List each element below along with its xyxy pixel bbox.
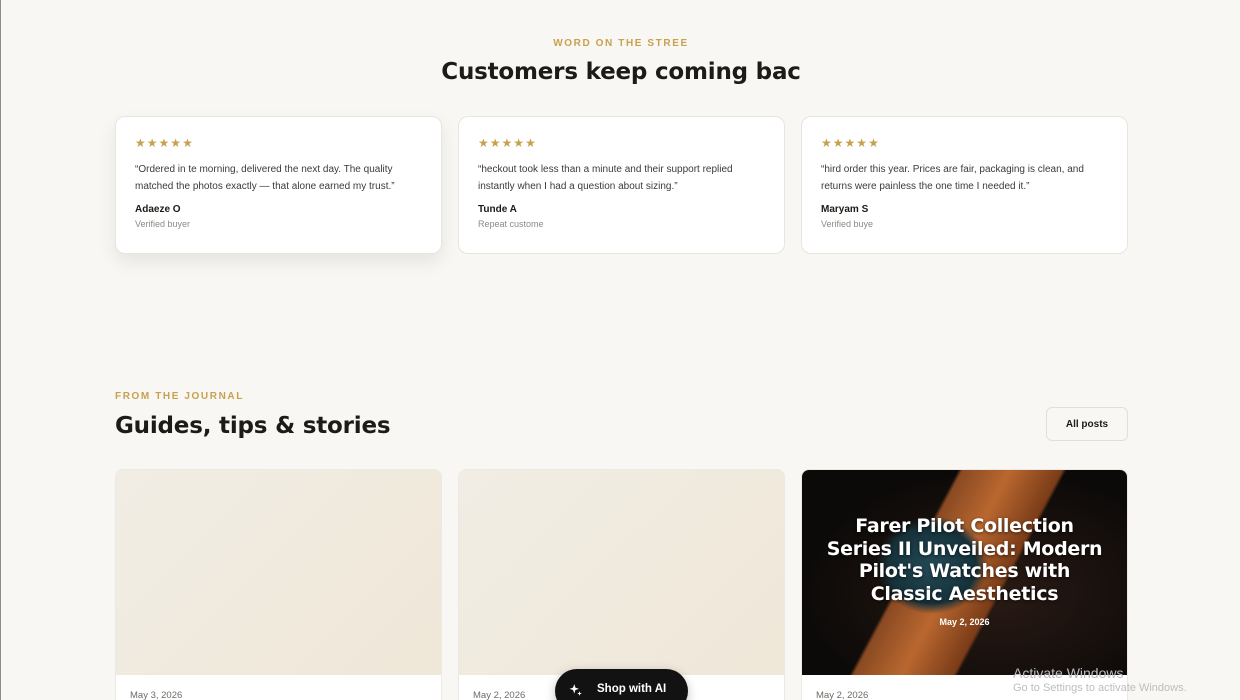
review-card: ★ ★ ★ ★ ★ “Ordered in te morning, delivered … [115, 116, 442, 254]
star-icon: ★ [821, 136, 832, 150]
review-author: Maryam S [821, 204, 869, 215]
post-list: May 3, 2026 May 2, 2026 Farer Pilot Coll… [115, 469, 1128, 700]
post-image-title: Farer Pilot Collection Series II Unveile… [826, 515, 1103, 605]
star-icon: ★ [158, 136, 170, 150]
post-thumbnail[interactable] [459, 470, 784, 675]
star-icon: ★ [489, 136, 501, 150]
star-icon: ★ [856, 136, 868, 150]
star-icon: ★ [182, 136, 193, 150]
watermark-line-1: Activate Windows [1013, 665, 1124, 681]
star-icon: ★ [170, 136, 182, 150]
journal-eyebrow: FROM THE JOURNAL [115, 391, 244, 402]
rating-stars: ★ ★ ★ ★ ★ [478, 137, 765, 149]
star-icon: ★ [478, 136, 489, 150]
post-card[interactable]: May 2, 2026 [458, 469, 785, 700]
review-card: ★ ★ ★ ★ ★ “heckout took less than a minute a… [458, 116, 785, 254]
star-icon: ★ [146, 136, 158, 150]
review-quote: “hird order this year. Prices are fair, … [821, 164, 1084, 192]
star-icon: ★ [868, 136, 879, 150]
post-image-date: May 2, 2026 [939, 617, 990, 627]
review-author-role: Verified buyer [135, 219, 191, 229]
star-icon: ★ [513, 136, 525, 150]
watermark-line-2: Go to Settings to activate Windows. [1013, 682, 1187, 694]
star-icon: ★ [844, 136, 856, 150]
post-date: May 3, 2026 [130, 690, 183, 700]
sparkle-icon [569, 684, 582, 696]
journal-section: FROM THE JOURNAL Guides, tips & stories [115, 391, 391, 439]
review-author-role: Repeat custome [478, 219, 544, 229]
shop-with-ai-button[interactable]: Shop with AI [555, 669, 688, 700]
star-icon: ★ [501, 136, 513, 150]
review-cards: ★ ★ ★ ★ ★ “Ordered in te morning, delivered … [115, 116, 1128, 254]
review-author-role: Verified buye [821, 219, 874, 229]
shop-with-ai-label: Shop with AI [597, 683, 667, 695]
rating-stars: ★ ★ ★ ★ ★ [135, 137, 422, 149]
review-quote: “Ordered in te morning, delivered the ne… [135, 164, 395, 192]
star-icon: ★ [832, 136, 844, 150]
testimonials-title: Customers keep coming bac [441, 59, 801, 85]
review-quote: “heckout took less than a minute and the… [478, 164, 733, 192]
post-thumbnail[interactable]: Farer Pilot Collection Series II Unveile… [802, 470, 1127, 675]
star-icon: ★ [525, 136, 536, 150]
review-author: Tunde A [478, 204, 517, 215]
post-thumbnail[interactable] [116, 470, 441, 675]
post-card[interactable]: May 3, 2026 [115, 469, 442, 700]
review-card: ★ ★ ★ ★ ★ “hird order this year. Prices are … [801, 116, 1128, 254]
rating-stars: ★ ★ ★ ★ ★ [821, 137, 1108, 149]
all-posts-button[interactable]: All posts [1046, 407, 1128, 441]
star-icon: ★ [135, 136, 146, 150]
journal-title: Guides, tips & stories [115, 413, 391, 439]
activate-windows-watermark: Activate Windows Go to Settings to activ… [1013, 665, 1187, 694]
testimonials-section: WORD ON THE STREE Customers keep coming … [1, 38, 1240, 85]
review-author: Adaeze O [135, 204, 181, 215]
testimonials-eyebrow: WORD ON THE STREE [553, 38, 689, 49]
